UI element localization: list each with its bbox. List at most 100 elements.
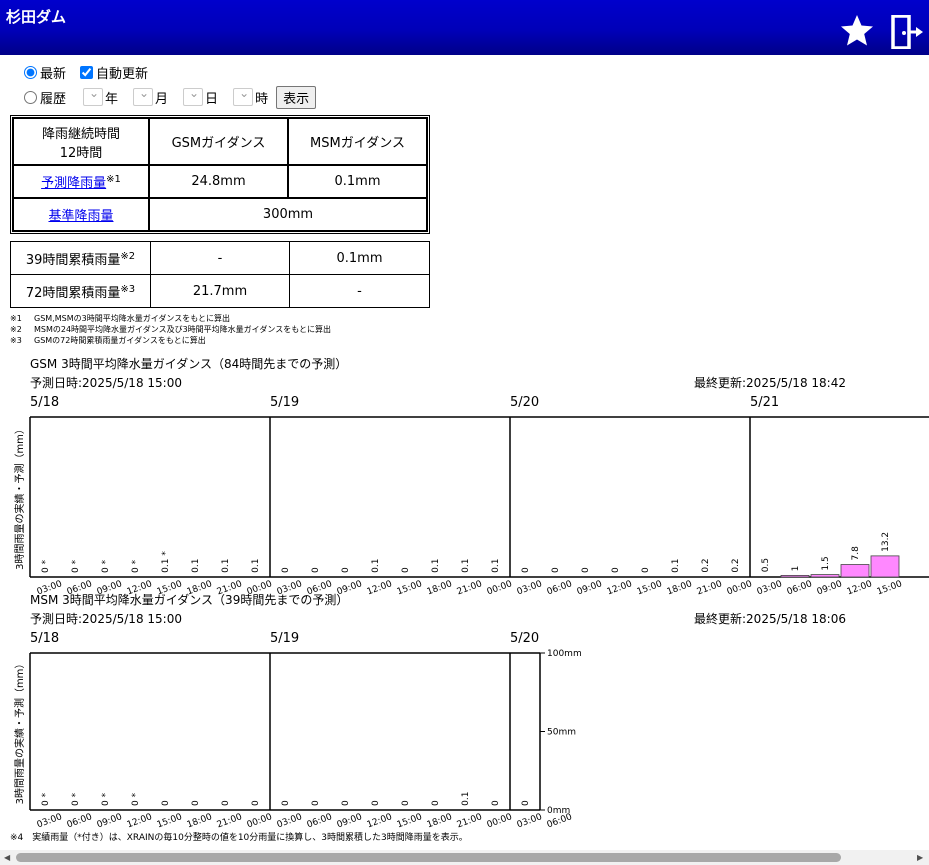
history-radio[interactable] — [24, 90, 37, 104]
bar-value-label: 0 — [521, 567, 531, 573]
rainfall-bar — [840, 564, 870, 578]
bar-value-label: 0 * — [101, 792, 111, 806]
x-tick-label: 00:00 — [246, 812, 274, 830]
bar-value-label: 0 — [251, 800, 261, 806]
month-label: 月 — [155, 91, 169, 107]
duration-header-line1: 降雨継続時間 — [41, 126, 120, 142]
bar-value-label: 0 * — [41, 792, 51, 806]
display-controls: 最新 自動更新 履歴 年 月 日 時 表示 — [24, 62, 317, 109]
auto-update-label: 自動更新 — [96, 66, 149, 82]
r39-msm-value: 0.1mm — [289, 241, 430, 275]
bar-value-label: 1 — [791, 566, 801, 572]
latest-row: 最新 自動更新 — [24, 62, 316, 82]
app-header: 杉田ダム — [0, 0, 929, 55]
horizontal-scrollbar[interactable]: ◀ ▶ — [0, 850, 929, 865]
msm-header-cell: MSMガイダンス — [288, 118, 427, 165]
bar-value-label: 0 — [221, 800, 231, 806]
bar-value-label: 0.2 — [701, 558, 711, 572]
bar-value-label: 0 — [371, 800, 381, 806]
x-tick-label: 12:00 — [846, 579, 874, 597]
year-select[interactable] — [83, 86, 104, 106]
history-label: 履歴 — [40, 91, 67, 107]
bar-value-label: 0 — [431, 800, 441, 806]
x-tick-label: 06:00 — [546, 579, 574, 597]
forecast-rainfall-link[interactable]: 予測降雨量 — [41, 176, 106, 191]
x-tick-label: 09:00 — [576, 579, 604, 597]
x-tick-label: 21:00 — [216, 812, 244, 830]
bar-value-label: 0 — [281, 800, 291, 806]
x-tick-label: 03:00 — [276, 812, 304, 830]
x-tick-label: 00:00 — [486, 579, 514, 597]
msm-chart-title: MSM 3時間平均降水量ガイダンス（39時間先までの予測） — [30, 593, 349, 607]
gsm-forecast-time: 予測日時:2025/5/18 15:00 — [30, 376, 182, 390]
scrollbar-thumb[interactable] — [16, 853, 841, 862]
gsm-rainfall-chart: 3時間雨量の実績・予測（mm） 0 * 0 * 0 * 0 * 0.1 * 0.1 0.1 0.… — [13, 416, 929, 597]
x-tick-label: 09:00 — [816, 579, 844, 597]
bar-value-label: 13.2 — [881, 532, 891, 552]
bar-value-label: 0.1 — [461, 792, 471, 806]
bar-value-label: 0 * — [71, 792, 81, 806]
favorite-star-icon[interactable] — [840, 14, 874, 47]
day-select[interactable] — [183, 86, 204, 106]
x-tick-label: 12:00 — [366, 812, 394, 830]
bar-value-label: 0 — [551, 567, 561, 573]
x-tick-label: 12:00 — [126, 812, 154, 830]
standard-rainfall-link[interactable]: 基準降雨量 — [48, 209, 113, 224]
bar-value-label: 0 — [161, 800, 171, 806]
bar-value-label: 0 — [521, 800, 531, 806]
show-button[interactable]: 表示 — [276, 85, 317, 109]
gsm-last-update: 最終更新:2025/5/18 18:42 — [694, 376, 846, 390]
forecast-msm-value: 0.1mm — [288, 165, 427, 198]
note2-mark: ※2 — [120, 250, 136, 262]
x-tick-label: 18:00 — [666, 579, 694, 597]
msm-forecast-time: 予測日時:2025/5/18 15:00 — [30, 612, 182, 626]
x-tick-label: 21:00 — [456, 579, 484, 597]
note3-mark: ※3 — [120, 283, 136, 295]
hour-select[interactable] — [233, 86, 254, 106]
r72-label: 72時間累積雨量 — [25, 285, 121, 301]
x-tick-label: 00:00 — [726, 579, 754, 597]
x-tick-label: 00:00 — [486, 812, 514, 830]
x-tick-label: 21:00 — [696, 579, 724, 597]
note-1: ※1 GSM,MSMの3時間平均降水量ガイダンスをもとに算出 — [10, 313, 331, 324]
standard-rainfall-label-cell: 基準降雨量 — [13, 198, 149, 231]
r72-msm-value: - — [289, 274, 430, 308]
note-3-mark: ※3 — [10, 336, 22, 345]
rainfall-bar — [870, 555, 900, 578]
bar-value-label: 0.1 — [191, 559, 201, 573]
note-3-text: GSMの72時間累積雨量ガイダンスをもとに算出 — [34, 336, 206, 345]
footnote-4: ※4 実績雨量（*付き）は、XRAINの毎10分整時の値を10分雨量に換算し、3… — [10, 833, 468, 843]
x-tick-label: 21:00 — [456, 812, 484, 830]
duration-header-line2: 12時間 — [59, 145, 103, 161]
latest-radio[interactable] — [24, 65, 37, 79]
rainfall-bar — [810, 574, 840, 578]
bar-value-label: 1.5 — [821, 556, 831, 570]
x-tick-label: 15:00 — [156, 812, 184, 830]
logout-icon[interactable] — [890, 15, 924, 49]
hour-label: 時 — [255, 91, 269, 107]
duration-header-cell: 降雨継続時間 12時間 — [13, 118, 149, 165]
note1-mark: ※1 — [106, 174, 121, 185]
scroll-left-arrow-icon[interactable]: ◀ — [4, 853, 10, 862]
notes: ※1 GSM,MSMの3時間平均降水量ガイダンスをもとに算出 ※2 MSMの24時間… — [10, 313, 331, 346]
bar-value-label: 0 * — [71, 559, 81, 573]
note-1-mark: ※1 — [10, 314, 22, 323]
bar-value-label: 0 — [641, 567, 651, 573]
bar-value-label: 0 * — [131, 792, 141, 806]
auto-update-checkbox[interactable] — [80, 65, 94, 79]
month-select[interactable] — [133, 86, 154, 106]
note-1-text: GSM,MSMの3時間平均降水量ガイダンスをもとに算出 — [34, 314, 231, 323]
gsm-header-cell: GSMガイダンス — [149, 118, 288, 165]
bar-value-label: 0.1 — [221, 559, 231, 573]
scroll-right-arrow-icon[interactable]: ▶ — [917, 853, 923, 862]
bar-value-label: 0 * — [41, 559, 51, 573]
x-tick-label: 06:00 — [786, 579, 814, 597]
page-title: 杉田ダム — [6, 8, 67, 26]
r39-gsm-value: - — [150, 241, 290, 275]
bar-value-label: 0 — [281, 567, 291, 573]
note-2: ※2 MSMの24時間平均降水量ガイダンス及び3時間平均降水量ガイダンスをもとに算… — [10, 324, 331, 335]
y-tick-label: 100mm — [547, 649, 582, 659]
cumulative-rainfall-table: 39時間累積雨量※2 - 0.1mm 72時間累積雨量※3 21.7mm - — [10, 241, 430, 308]
r72-gsm-value: 21.7mm — [150, 274, 290, 308]
forecast-gsm-value: 24.8mm — [149, 165, 288, 198]
